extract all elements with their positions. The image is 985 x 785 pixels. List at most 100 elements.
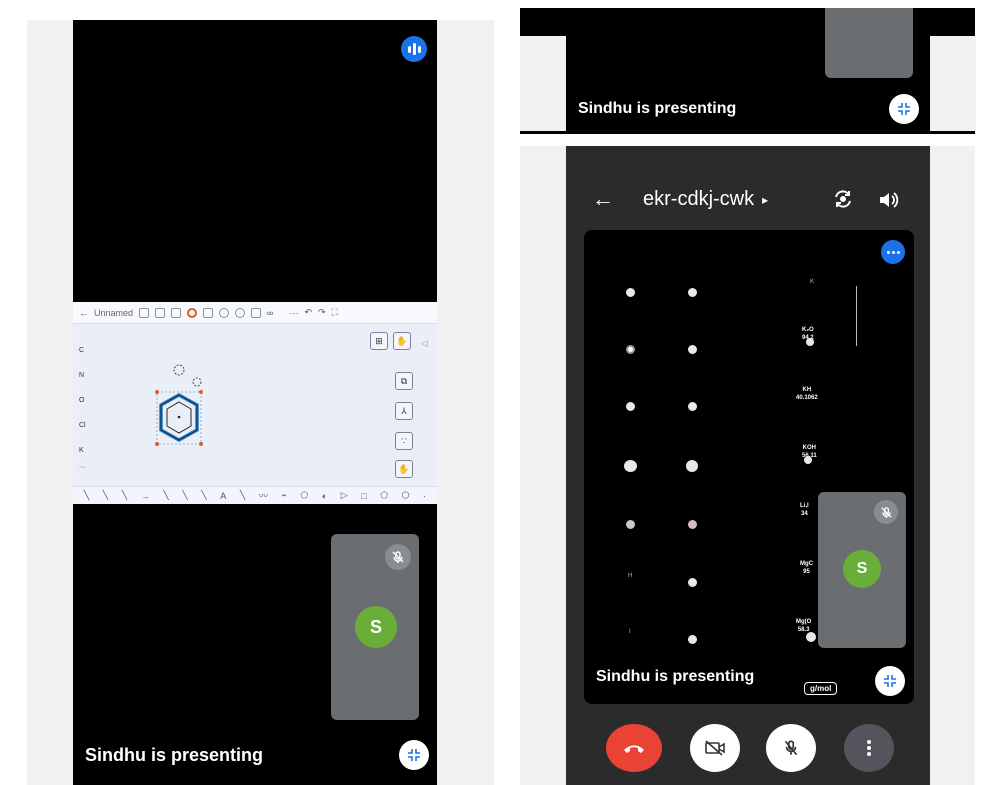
fullscreen-icon[interactable]: ⛶ — [332, 307, 338, 318]
back-arrow-icon[interactable]: ← — [592, 186, 614, 212]
end-call-button[interactable] — [606, 724, 662, 772]
exit-fullscreen-icon[interactable] — [875, 666, 905, 696]
color-icon[interactable] — [187, 307, 198, 318]
camera-toggle-button[interactable] — [690, 724, 740, 772]
participant-tile[interactable]: S — [331, 534, 419, 720]
info-icon[interactable] — [235, 307, 246, 318]
molecule-dot — [688, 635, 697, 644]
presenting-label: Sindhu is presenting — [596, 668, 755, 685]
element-item[interactable]: C — [79, 338, 93, 363]
mic-off-icon — [385, 544, 411, 570]
frame-edge — [930, 36, 976, 131]
end-call-icon — [624, 745, 644, 753]
audio-levels-icon[interactable] — [401, 36, 427, 62]
tool-item[interactable]: → — [141, 491, 150, 501]
tool-item[interactable]: ⌁ — [281, 490, 286, 501]
tool-item[interactable]: · — [423, 491, 426, 501]
pan-tool-icon[interactable]: ✋ — [395, 460, 413, 478]
right-phone-screen: ← ekr-cdkj-cwk ▸ H I K K₂O 94.2 KH 40.10… — [566, 146, 930, 785]
left-phone-screen: ← Unnamed ∞ ··· ↶ ↷ ⛶ C N O Cl K ··· ⊞ ✋… — [73, 20, 437, 785]
speaker-icon[interactable] — [878, 190, 900, 215]
redo-icon[interactable]: ↷ — [318, 307, 326, 318]
more-tools-button[interactable]: ··· — [289, 308, 298, 318]
align-icon[interactable] — [203, 307, 214, 318]
zoom-icon[interactable]: ⊞ — [370, 332, 388, 350]
chem-toolbar: ← Unnamed ∞ ··· ↶ ↷ ⛶ — [73, 302, 437, 324]
charge-tool-icon[interactable]: ∵ — [395, 432, 413, 450]
element-item[interactable]: ··· — [79, 463, 93, 473]
benzene-structure[interactable] — [153, 362, 213, 462]
avatar: S — [843, 550, 881, 588]
bond-tool-icon[interactable]: ⅄ — [395, 402, 413, 420]
switch-camera-icon[interactable] — [832, 188, 854, 215]
element-item[interactable]: K — [79, 438, 93, 463]
meeting-code-button[interactable]: ekr-cdkj-cwk ▸ — [643, 188, 768, 211]
element-item[interactable]: O — [79, 388, 93, 413]
exit-fullscreen-icon[interactable] — [399, 740, 429, 770]
mic-off-icon — [784, 740, 798, 756]
molecule-dot — [626, 288, 635, 297]
chevron-right-icon: ▸ — [762, 192, 769, 207]
more-dots-icon[interactable] — [881, 240, 905, 264]
tool-item[interactable]: □ — [361, 491, 366, 501]
tool-item[interactable]: A — [220, 491, 226, 501]
right-top-phone-screen: Sindhu is presenting — [566, 8, 930, 131]
copy-icon[interactable]: ⧉ — [395, 372, 413, 390]
more-options-button[interactable] — [844, 724, 894, 772]
shared-screen: H I K K₂O 94.2 KH 40.1062 KOH 56.11 Li,I… — [584, 230, 914, 704]
element-item[interactable]: N — [79, 363, 93, 388]
back-arrow-icon[interactable]: ← — [79, 308, 88, 318]
mic-off-icon — [874, 500, 898, 524]
element-item[interactable]: Cl — [79, 413, 93, 438]
element-label: I — [629, 629, 631, 635]
meeting-code: ekr-cdkj-cwk — [643, 188, 755, 210]
tool-item[interactable]: ▷ — [341, 490, 348, 501]
tool-item[interactable]: ╲ — [84, 490, 89, 501]
mic-toggle-button[interactable] — [766, 724, 816, 772]
undo-icon[interactable]: ↶ — [304, 307, 312, 318]
search-icon[interactable] — [219, 307, 230, 318]
molecule-dot — [686, 460, 698, 472]
tool-item[interactable]: 〰 — [259, 489, 268, 502]
tool-item[interactable]: ╲ — [240, 490, 245, 501]
tool-item[interactable]: ◐ — [322, 491, 327, 501]
drawing-tools-bar: ╲ ╲ ╲ → ╲ ╲ ╲ A ╲ 〰 ⌁ ⬠ ◐ ▷ □ ⬠ ⬡ · — [73, 486, 437, 504]
avatar: S — [355, 606, 397, 648]
delete-icon[interactable] — [171, 307, 182, 318]
molecule-dot — [688, 345, 697, 354]
molecule-dot — [688, 578, 697, 587]
molecule-dot — [626, 402, 635, 411]
molecule-dot — [688, 520, 697, 529]
compound-label: MgC 95 — [800, 561, 813, 575]
molecule-dot — [688, 288, 697, 297]
save-icon[interactable] — [139, 307, 150, 318]
tool-item[interactable]: ╲ — [201, 490, 206, 501]
camera-off-icon — [705, 740, 725, 756]
presenting-label: Sindhu is presenting — [578, 100, 737, 117]
tool-item[interactable]: ╲ — [163, 490, 168, 501]
tool-item[interactable]: ╲ — [182, 490, 187, 501]
tool-item[interactable]: ╲ — [122, 490, 127, 501]
shared-chemistry-app: ← Unnamed ∞ ··· ↶ ↷ ⛶ C N O Cl K ··· ⊞ ✋… — [73, 302, 437, 504]
compound-label: K — [810, 279, 815, 285]
export-icon[interactable] — [155, 307, 166, 318]
exit-fullscreen-icon[interactable] — [889, 94, 919, 124]
tool-item[interactable]: ╲ — [103, 490, 108, 501]
element-palette: C N O Cl K ··· — [79, 338, 93, 473]
molecule-dot — [626, 345, 635, 354]
presenting-label: Sindhu is presenting — [85, 745, 264, 765]
tool-item[interactable]: ⬡ — [402, 490, 410, 501]
participant-tile[interactable] — [825, 8, 913, 78]
hand-icon[interactable]: ✋ — [393, 332, 411, 350]
compound-label: Li,I 34 — [800, 503, 809, 517]
tool-item[interactable]: ⬠ — [380, 490, 388, 501]
collapse-panel-icon[interactable]: ◁ — [421, 338, 428, 349]
more-vert-icon — [867, 740, 871, 756]
molecule-dot — [804, 456, 812, 464]
link-icon[interactable]: ∞ — [267, 308, 273, 318]
participant-tile[interactable]: S — [818, 492, 906, 648]
molecule-dot — [806, 632, 816, 642]
page-icon[interactable] — [251, 307, 262, 318]
molecule-dot — [626, 520, 635, 529]
tool-item[interactable]: ⬠ — [300, 490, 308, 501]
